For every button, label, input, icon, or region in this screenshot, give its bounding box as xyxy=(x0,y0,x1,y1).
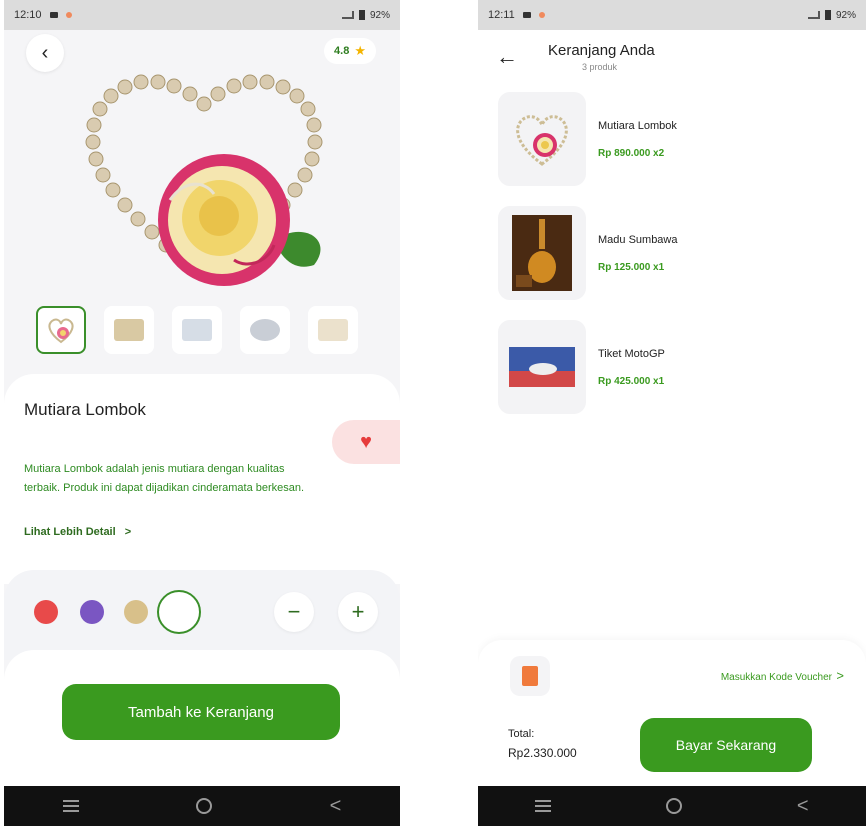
battery-icon xyxy=(824,10,831,20)
pearl-heart-image xyxy=(516,115,568,166)
favorite-button[interactable]: ♥ xyxy=(332,420,400,464)
color-option-white-selected[interactable] xyxy=(157,590,201,634)
cart-item[interactable]: Madu Sumbawa Rp 125.000 x1 xyxy=(498,206,678,300)
chevron-right-icon[interactable]: > xyxy=(836,668,844,683)
home-icon[interactable] xyxy=(666,798,683,814)
status-bar: 12:11 92% xyxy=(478,0,866,30)
thumbnail-strip xyxy=(36,306,358,354)
cart-title: Keranjang Anda xyxy=(548,42,655,59)
product-title: Mutiara Lombok xyxy=(24,400,146,419)
status-bar: 12:10 92% xyxy=(4,0,400,30)
motogp-ticket-image xyxy=(509,347,575,387)
signal-icon xyxy=(807,11,820,19)
total-label: Total: xyxy=(508,728,535,740)
image-icon xyxy=(114,319,144,341)
total-value: Rp2.330.000 xyxy=(508,746,577,760)
product-info-card: Mutiara Lombok ♥ Mutiara Lombok adalah j… xyxy=(4,374,400,584)
nav-back-icon[interactable]: < xyxy=(797,796,809,816)
thumbnail-5[interactable] xyxy=(308,306,358,354)
color-option-red[interactable] xyxy=(34,600,58,624)
nav-back-icon[interactable]: < xyxy=(330,796,342,816)
system-nav-bar: < xyxy=(4,786,400,826)
add-to-cart-button[interactable]: Tambah ke Keranjang xyxy=(62,684,340,740)
app-notification-icon xyxy=(538,12,545,18)
status-time: 12:11 xyxy=(488,9,515,21)
rating-badge: 4.8 ★ xyxy=(324,38,376,64)
menu-icon[interactable] xyxy=(535,800,552,812)
item-thumbnail xyxy=(498,206,586,300)
color-option-gold[interactable] xyxy=(124,600,148,624)
signal-icon xyxy=(341,11,354,19)
cart-screen: 12:11 92% ← Keranjang Anda 3 produk Muti… xyxy=(478,0,866,826)
item-price: Rp 125.000 x1 xyxy=(598,261,665,273)
cart-item[interactable]: Tiket MotoGP Rp 425.000 x1 xyxy=(498,320,665,414)
item-thumbnail xyxy=(498,92,586,186)
cart-item[interactable]: Mutiara Lombok Rp 890.000 x2 xyxy=(498,92,677,186)
menu-icon[interactable] xyxy=(62,800,79,812)
more-details-label: Lihat Lebih Detail xyxy=(24,526,116,538)
back-button[interactable]: ‹ xyxy=(26,34,64,72)
more-details-link[interactable]: Lihat Lebih Detail > xyxy=(24,526,131,538)
image-icon xyxy=(318,319,348,341)
battery-level: 92% xyxy=(835,9,856,21)
item-name: Mutiara Lombok xyxy=(598,119,677,132)
honey-image xyxy=(512,215,572,291)
voucher-button[interactable] xyxy=(510,656,550,696)
item-thumbnail xyxy=(498,320,586,414)
checkout-panel: Masukkan Kode Voucher > Total: Rp2.330.0… xyxy=(478,640,866,790)
rating-value: 4.8 xyxy=(334,45,350,57)
product-image xyxy=(85,74,323,286)
item-name: Tiket MotoGP xyxy=(598,347,665,360)
thumbnail-4[interactable] xyxy=(240,306,290,354)
home-icon[interactable] xyxy=(196,798,213,814)
star-icon: ★ xyxy=(354,43,366,58)
chevron-right-icon: > xyxy=(124,526,132,538)
image-icon xyxy=(182,319,212,341)
heart-pearl-thumbnail xyxy=(48,318,74,344)
thumbnail-2[interactable] xyxy=(104,306,154,354)
system-nav-bar: < xyxy=(478,786,866,826)
product-detail-screen: 12:10 92% ‹ 4.8 ★ Mutiara Lombok ♥ Mutia… xyxy=(4,0,400,826)
image-icon xyxy=(250,319,280,341)
notification-icon xyxy=(49,12,58,18)
item-price: Rp 890.000 x2 xyxy=(598,147,665,159)
status-time: 12:10 xyxy=(14,9,42,21)
decrease-quantity-button[interactable]: − xyxy=(274,592,314,632)
thumbnail-1[interactable] xyxy=(36,306,86,354)
chevron-left-icon: ‹ xyxy=(41,41,49,64)
item-name: Madu Sumbawa xyxy=(598,233,678,246)
back-arrow-icon[interactable]: ← xyxy=(496,44,518,70)
thumbnail-3[interactable] xyxy=(172,306,222,354)
voucher-icon xyxy=(522,666,538,686)
add-to-cart-section: Tambah ke Keranjang xyxy=(4,650,400,790)
heart-icon: ♥ xyxy=(360,430,372,453)
increase-quantity-button[interactable]: + xyxy=(338,592,378,632)
battery-level: 92% xyxy=(369,9,390,21)
app-notification-icon xyxy=(65,12,72,18)
product-description: Mutiara Lombok adalah jenis mutiara deng… xyxy=(24,463,305,494)
item-price: Rp 425.000 x1 xyxy=(598,375,665,387)
pay-now-button[interactable]: Bayar Sekarang xyxy=(640,718,812,772)
battery-icon xyxy=(358,10,365,20)
cart-count: 3 produk xyxy=(582,62,618,72)
options-card: − + xyxy=(4,570,400,660)
color-option-purple[interactable] xyxy=(80,600,104,624)
notification-icon xyxy=(522,12,531,18)
voucher-code-link[interactable]: Masukkan Kode Voucher xyxy=(721,672,832,683)
